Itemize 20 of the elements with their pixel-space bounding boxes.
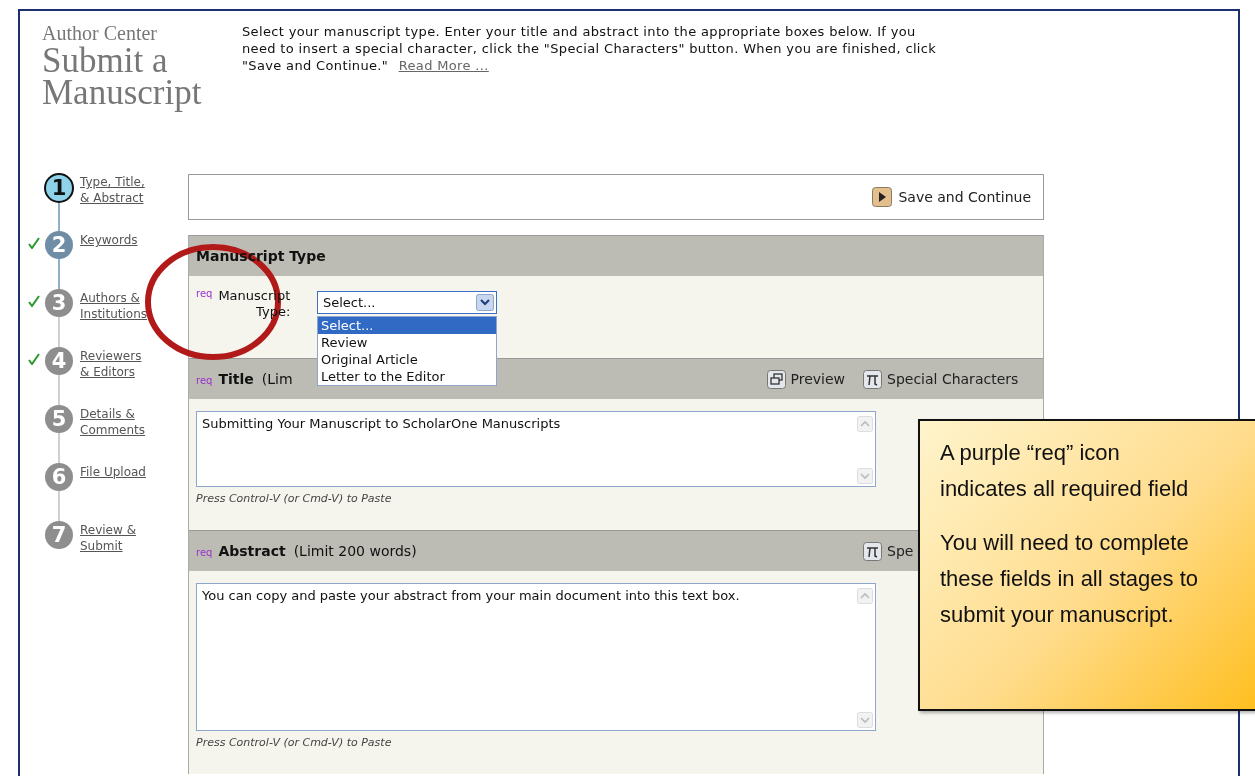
section-title: Title	[218, 371, 254, 387]
limit-note: (Lim	[261, 371, 293, 387]
step-number: 5	[45, 405, 73, 433]
step-number: 3	[45, 289, 73, 317]
required-marker: req	[196, 375, 213, 386]
required-marker: req	[196, 288, 213, 299]
paste-hint: Press Control-V (or Cmd-V) to Paste	[196, 492, 393, 507]
section-title: Abstract	[218, 543, 286, 559]
section-label: Author Center	[42, 23, 158, 43]
step-number: 6	[45, 463, 73, 491]
step-number: 1	[44, 173, 74, 203]
limit-note: (Limit 200 words)	[293, 543, 417, 559]
required-marker: req	[196, 547, 213, 558]
step-number: 2	[45, 231, 73, 259]
callout-text: You will need to complete these fields in all stages to submit your manuscript.	[940, 529, 1200, 629]
paste-hint: Press Control-V (or Cmd-V) to Paste	[196, 736, 393, 751]
step-number: 7	[45, 521, 73, 549]
step-number: 4	[45, 347, 73, 375]
callout-text: A purple “req” icon indicates all required field	[940, 439, 1190, 503]
instructions-text: Select your manuscript type. Enter your title and abstract into the appropriate boxes below. If you need to insert a special character, click the "Special Characters" button. When you are finished, click "Save and Continue." Read More ...	[242, 23, 938, 74]
